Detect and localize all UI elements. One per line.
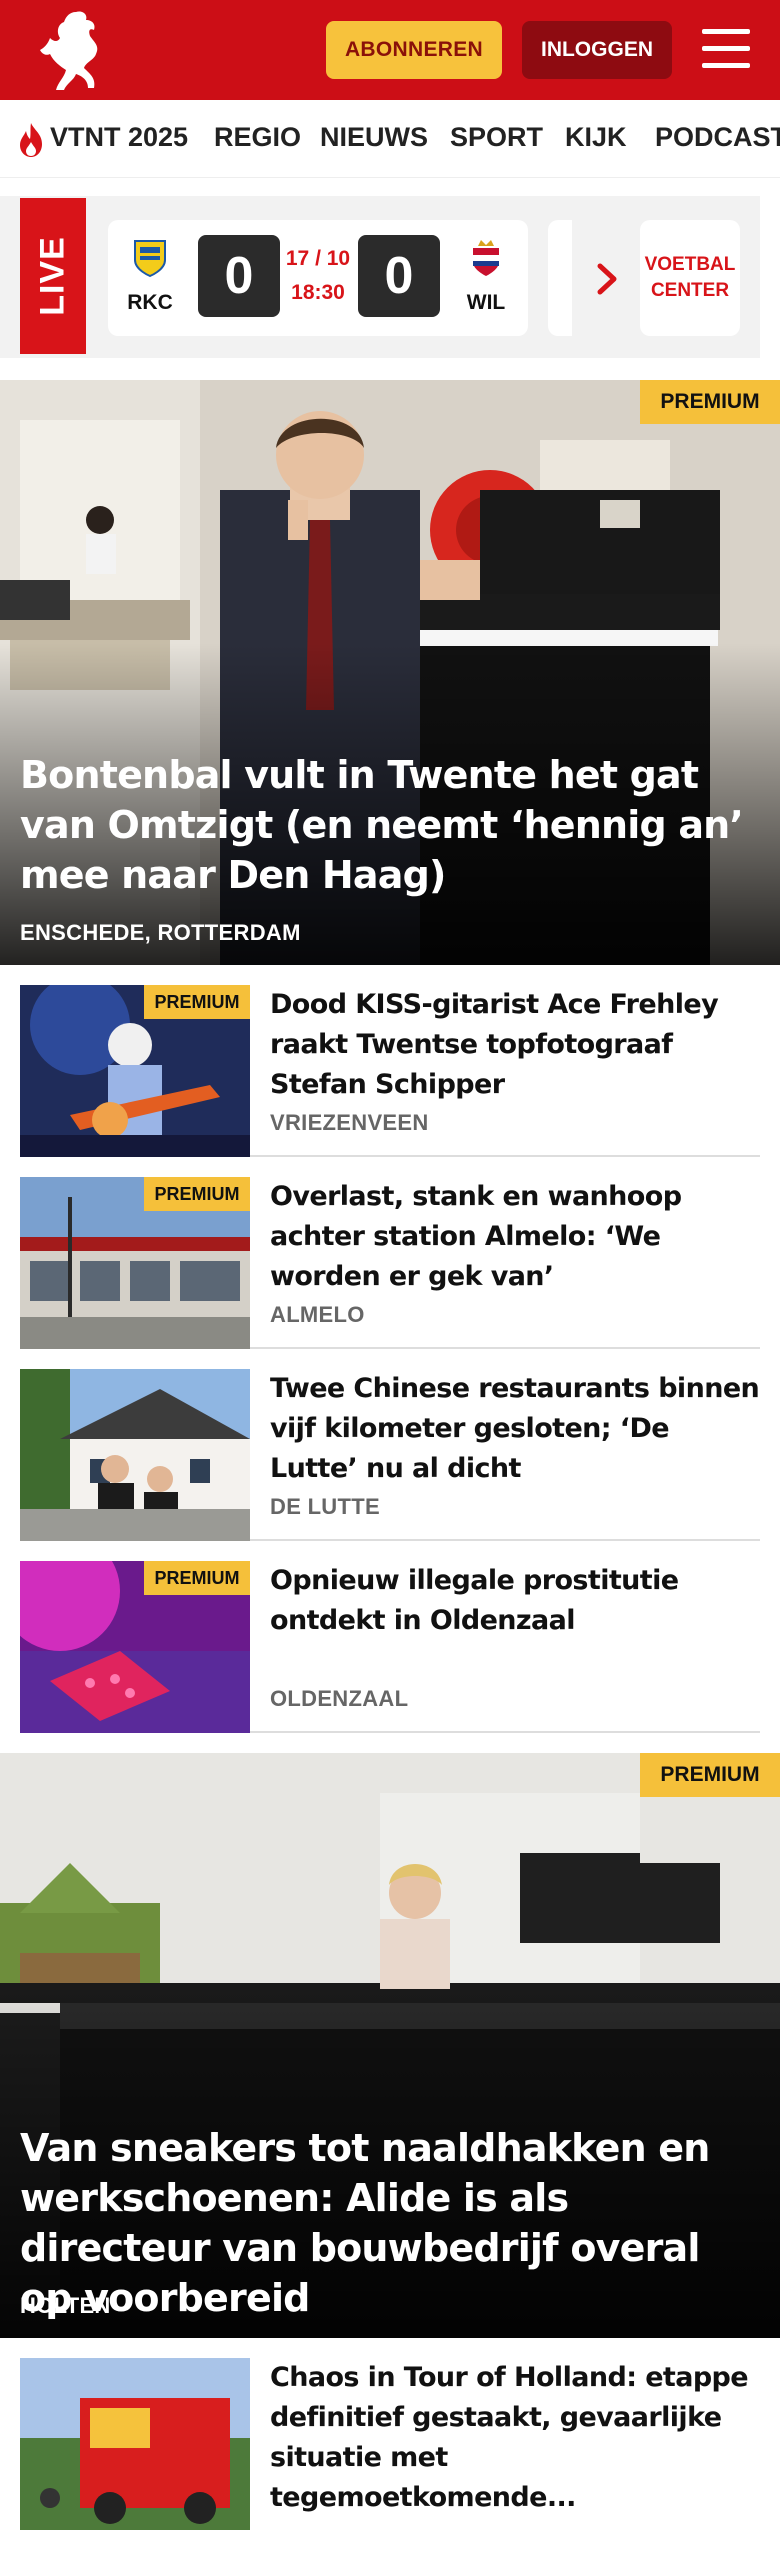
menu-hamburger-icon[interactable] (702, 27, 750, 71)
home-score: 0 (198, 235, 280, 317)
list-item[interactable]: Twee Chinese restaurants binnen vijf kil… (20, 1349, 760, 1541)
voetbal-center-button[interactable]: VOETBAL CENTER (640, 220, 740, 336)
article-title[interactable]: Overlast, stank en wanhoop achter statio… (270, 1177, 760, 1297)
home-team: RKC (120, 238, 180, 315)
list-item[interactable]: PREMIUM Opnieuw illegale prostitutie ont… (20, 1541, 760, 1733)
away-team: WIL (456, 238, 516, 315)
article-location: ALMELO (270, 1302, 365, 1327)
premium-badge: PREMIUM (144, 1177, 250, 1211)
article-location: OLDENZAAL (270, 1686, 409, 1711)
article-thumbnail (20, 2358, 250, 2530)
article-location: DE LUTTE (270, 1494, 380, 1519)
login-button[interactable]: INLOGGEN (522, 21, 672, 79)
premium-badge: PREMIUM (144, 1561, 250, 1595)
hero-location: ENSCHEDE, ROTTERDAM (20, 920, 301, 945)
twente-horse-logo-icon[interactable] (36, 8, 106, 92)
nav-item-podcast[interactable]: PODCAST (655, 122, 780, 153)
nav-item-regio[interactable]: REGIO (214, 122, 301, 153)
nav-item-nieuws[interactable]: NIEUWS (320, 122, 428, 153)
home-team-name: RKC (127, 291, 173, 314)
article-title[interactable]: Opnieuw illegale prostitutie ontdekt in … (270, 1561, 760, 1641)
nav-item-kijk[interactable]: KIJK (565, 122, 627, 153)
article-title[interactable]: Chaos in Tour of Holland: etappe definit… (270, 2358, 760, 2518)
match-card[interactable]: RKC 0 17 / 10 18:30 0 WIL (108, 220, 528, 336)
away-score: 0 (358, 235, 440, 317)
away-team-name: WIL (466, 291, 506, 314)
premium-badge: PREMIUM (640, 380, 780, 424)
match-datetime: 17 / 10 18:30 (278, 242, 358, 310)
chevron-right-icon[interactable] (592, 262, 622, 296)
hero-location: HOLTEN (20, 2293, 111, 2318)
rkc-crest-icon (134, 240, 166, 278)
premium-badge: PREMIUM (640, 1753, 780, 1797)
live-scores-bar: LIVE RKC 0 17 / 10 18:30 0 WIL VOETBAL C… (0, 196, 760, 358)
hero-title[interactable]: Van sneakers tot naaldhakken en werkscho… (20, 2123, 760, 2323)
flame-icon (20, 123, 42, 157)
article-thumbnail (20, 1369, 250, 1541)
list-item[interactable]: PREMIUM Dood KISS-gitarist Ace Frehley r… (20, 965, 760, 1157)
site-header: ABONNEREN INLOGGEN (0, 0, 780, 100)
hero-title[interactable]: Bontenbal vult in Twente het gat van Omt… (20, 750, 760, 900)
list-item[interactable]: PREMIUM Overlast, stank en wanhoop achte… (20, 1157, 760, 1349)
match-date: 17 / 10 (285, 247, 351, 270)
hero-article[interactable]: PREMIUM Van sneakers tot naaldhakken en … (0, 1753, 780, 2338)
live-label: LIVE (33, 236, 72, 316)
subscribe-button[interactable]: ABONNEREN (326, 21, 502, 79)
article-title[interactable]: Dood KISS-gitarist Ace Frehley raakt Twe… (270, 985, 760, 1105)
article-title[interactable]: Twee Chinese restaurants binnen vijf kil… (270, 1369, 760, 1489)
list-item[interactable]: Chaos in Tour of Holland: etappe definit… (20, 2338, 760, 2560)
live-tag: LIVE (20, 198, 86, 354)
nav-item-vtnt-2025[interactable]: VTNT 2025 (50, 122, 188, 153)
article-location: VRIEZENVEEN (270, 1110, 429, 1135)
hero-article[interactable]: PREMIUM Bontenbal vult in Twente het gat… (0, 380, 780, 965)
next-match-card-peek[interactable] (548, 220, 572, 336)
match-time: 18:30 (291, 281, 345, 304)
premium-badge: PREMIUM (144, 985, 250, 1019)
willem-ii-crest-icon (473, 240, 499, 276)
main-navigation: VTNT 2025 REGIO NIEUWS SPORT KIJK PODCAS… (0, 100, 780, 178)
nav-item-sport[interactable]: SPORT (450, 122, 543, 153)
